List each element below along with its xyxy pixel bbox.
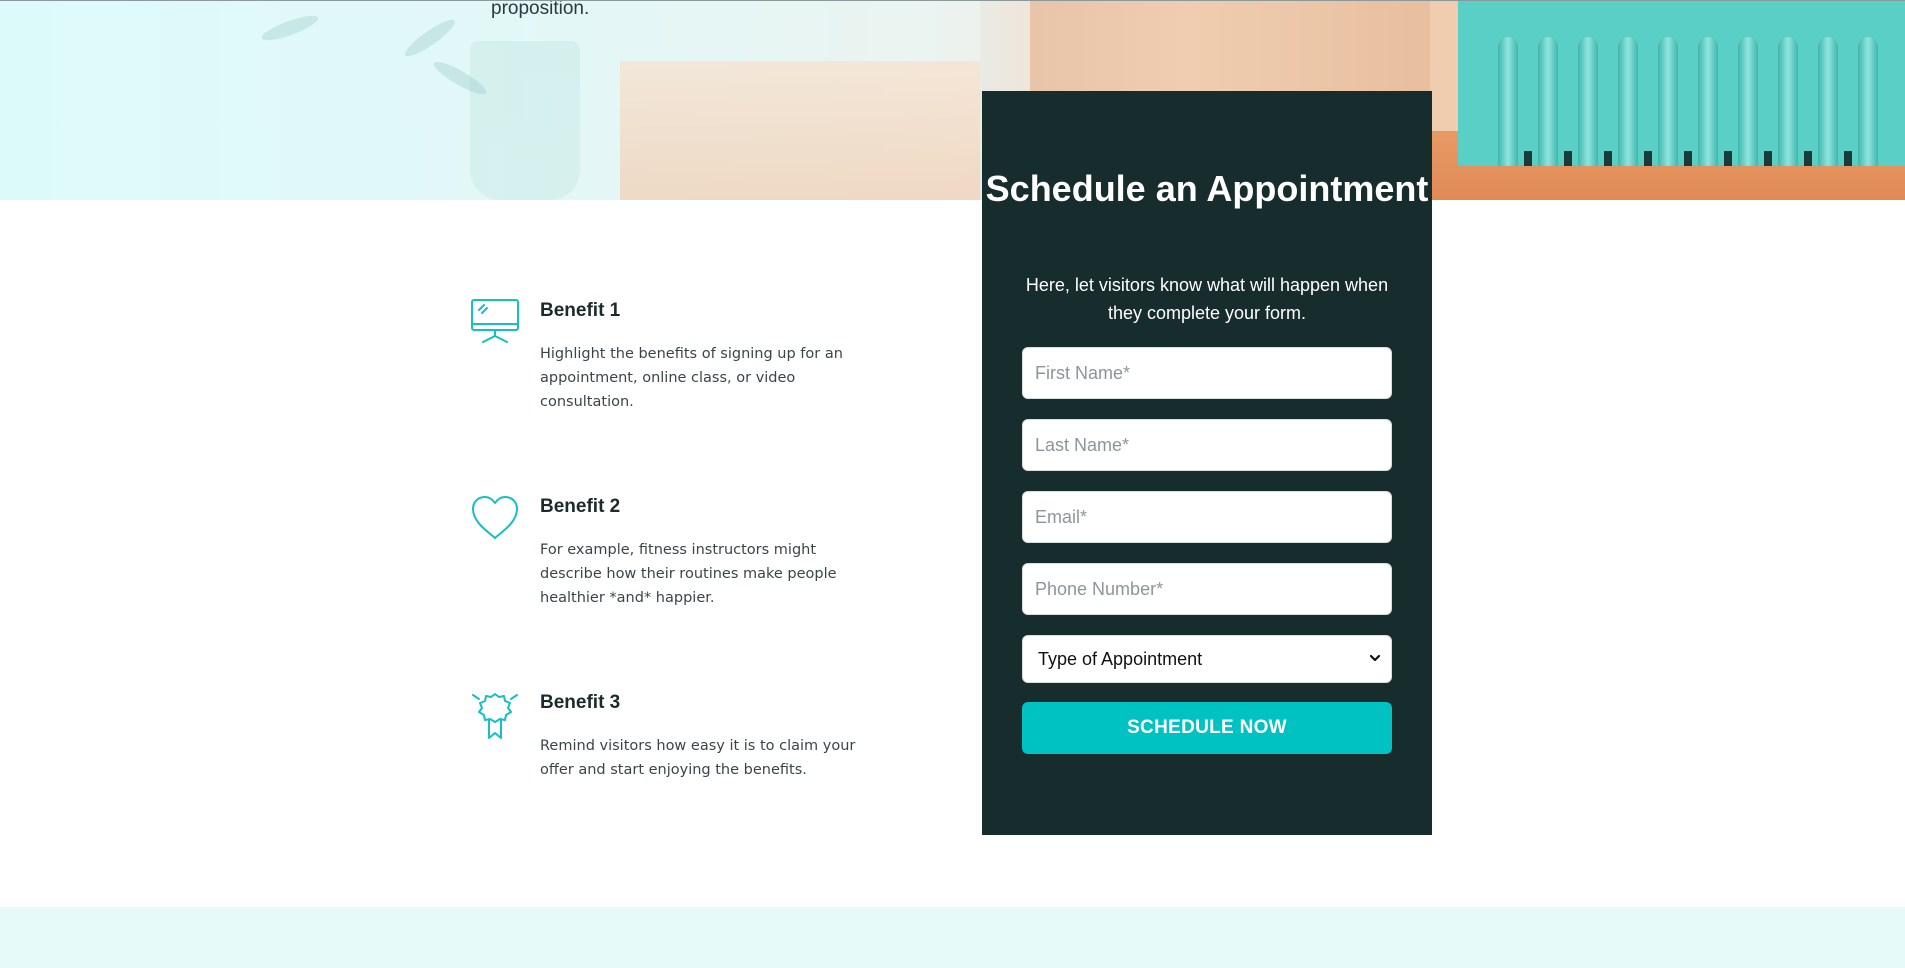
benefit-title: Benefit 3 bbox=[540, 692, 621, 713]
appointment-type-value: Type of Appointment bbox=[1038, 649, 1203, 669]
hero-text: proposition. bbox=[491, 0, 590, 19]
last-name-input[interactable] bbox=[1022, 419, 1392, 471]
hero-image: proposition. bbox=[0, 0, 1905, 200]
form-subtitle: Here, let visitors know what will happen… bbox=[1025, 275, 1389, 323]
benefit-title: Benefit 2 bbox=[540, 496, 621, 517]
page: proposition. Benefit 1 Highlight the ben… bbox=[0, 0, 1905, 968]
benefit-description: For example, fitness instructors might d… bbox=[540, 542, 837, 606]
benefit-description: Remind visitors how easy it is to claim … bbox=[540, 738, 856, 778]
benefit-title: Benefit 1 bbox=[540, 300, 621, 321]
appointment-type-select[interactable]: Type of Appointment bbox=[1022, 635, 1392, 683]
plant-pot bbox=[470, 41, 580, 200]
chevron-down-icon bbox=[1367, 650, 1383, 666]
award-ribbon-icon bbox=[470, 690, 520, 740]
phone-input[interactable] bbox=[1022, 563, 1392, 615]
appointment-form-card: Schedule an Appointment Here, let visito… bbox=[982, 91, 1432, 835]
radiator bbox=[1458, 1, 1905, 166]
next-section-band bbox=[0, 907, 1905, 968]
email-input[interactable] bbox=[1022, 491, 1392, 543]
monitor-icon bbox=[470, 298, 520, 348]
benefit-description: Highlight the benefits of signing up for… bbox=[540, 346, 843, 410]
heart-icon bbox=[470, 494, 520, 544]
schedule-now-button[interactable]: SCHEDULE NOW bbox=[1022, 702, 1392, 754]
first-name-input[interactable] bbox=[1022, 347, 1392, 399]
form-title: Schedule an Appointment bbox=[985, 168, 1429, 209]
